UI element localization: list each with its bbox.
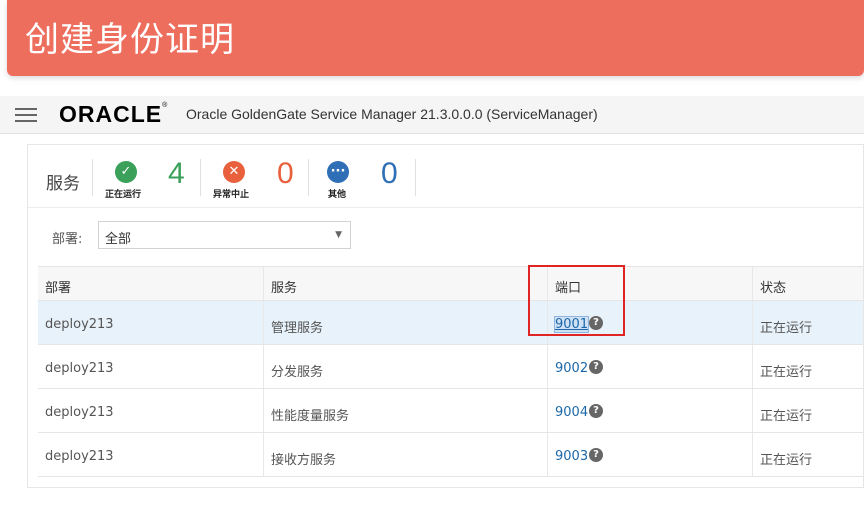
summary-label: 服务	[46, 174, 80, 194]
deployment-filter-label: 部署:	[52, 232, 83, 247]
stat-other-caption: 其他	[328, 190, 347, 200]
service-cell: 接收方服务	[264, 433, 548, 476]
services-summary: 服务 ✓ 正在运行 4 ✕ 异常中止 0 ··· 其他 0	[28, 145, 863, 208]
deployment-cell: deploy213	[38, 389, 264, 432]
stat-aborted-count[interactable]: 0	[277, 157, 294, 191]
more-icon: ···	[327, 161, 349, 183]
status-cell: 正在运行	[760, 321, 813, 336]
port-highlight-box	[528, 265, 625, 336]
status-cell: 正在运行	[760, 453, 813, 468]
stat-running-caption: 正在运行	[105, 190, 142, 200]
port-link[interactable]: 9004	[555, 405, 588, 420]
port-cell: 9003 ?	[548, 433, 753, 476]
column-header-service[interactable]: 服务	[264, 267, 548, 300]
banner-title: 创建身份证明	[25, 20, 235, 60]
stat-running-count[interactable]: 4	[168, 157, 185, 191]
column-header-status[interactable]: 状态	[753, 267, 863, 300]
deployment-filter-value: 全部	[105, 232, 132, 247]
service-cell: 分发服务	[264, 345, 548, 388]
help-icon[interactable]: ?	[589, 360, 603, 374]
divider	[308, 159, 309, 196]
deployment-filter-select[interactable]: 全部 ▼	[98, 221, 351, 249]
divider	[415, 159, 416, 196]
app-header: ORACLE® Oracle GoldenGate Service Manage…	[0, 96, 864, 134]
chevron-down-icon: ▼	[335, 230, 342, 240]
table-row[interactable]: deploy213 性能度量服务 9004 ? 正在运行	[38, 389, 863, 433]
help-icon[interactable]: ?	[589, 448, 603, 462]
port-link[interactable]: 9003	[555, 449, 588, 464]
column-header-deployment[interactable]: 部署	[38, 267, 264, 300]
services-table: 部署 服务 端口 状态 deploy213 管理服务 9001 ? 正在运行 d…	[38, 266, 863, 477]
divider	[200, 159, 201, 196]
oracle-logo: ORACLE®	[59, 101, 169, 127]
help-icon[interactable]: ?	[589, 404, 603, 418]
table-row[interactable]: deploy213 分发服务 9002 ? 正在运行	[38, 345, 863, 389]
port-link[interactable]: 9002	[555, 361, 588, 376]
service-cell: 性能度量服务	[264, 389, 548, 432]
table-row[interactable]: deploy213 管理服务 9001 ? 正在运行	[38, 301, 863, 345]
deployment-cell: deploy213	[38, 345, 264, 388]
services-panel: 服务 ✓ 正在运行 4 ✕ 异常中止 0 ··· 其他 0 部署: 全部 ▼ 部…	[27, 144, 864, 488]
deployment-cell: deploy213	[38, 301, 264, 344]
app-title: Oracle GoldenGate Service Manager 21.3.0…	[186, 106, 598, 122]
deployment-cell: deploy213	[38, 433, 264, 476]
stat-other-count[interactable]: 0	[381, 157, 398, 191]
check-icon: ✓	[115, 161, 137, 183]
divider	[92, 159, 93, 196]
port-cell: 9002 ?	[548, 345, 753, 388]
menu-icon[interactable]	[15, 108, 37, 122]
service-cell: 管理服务	[264, 301, 548, 344]
status-cell: 正在运行	[760, 409, 813, 424]
port-cell: 9004 ?	[548, 389, 753, 432]
table-row[interactable]: deploy213 接收方服务 9003 ? 正在运行	[38, 433, 863, 477]
close-icon: ✕	[223, 161, 245, 183]
status-cell: 正在运行	[760, 365, 813, 380]
title-banner: 创建身份证明	[7, 0, 864, 76]
table-header: 部署 服务 端口 状态	[38, 266, 863, 301]
stat-aborted-caption: 异常中止	[213, 190, 250, 200]
